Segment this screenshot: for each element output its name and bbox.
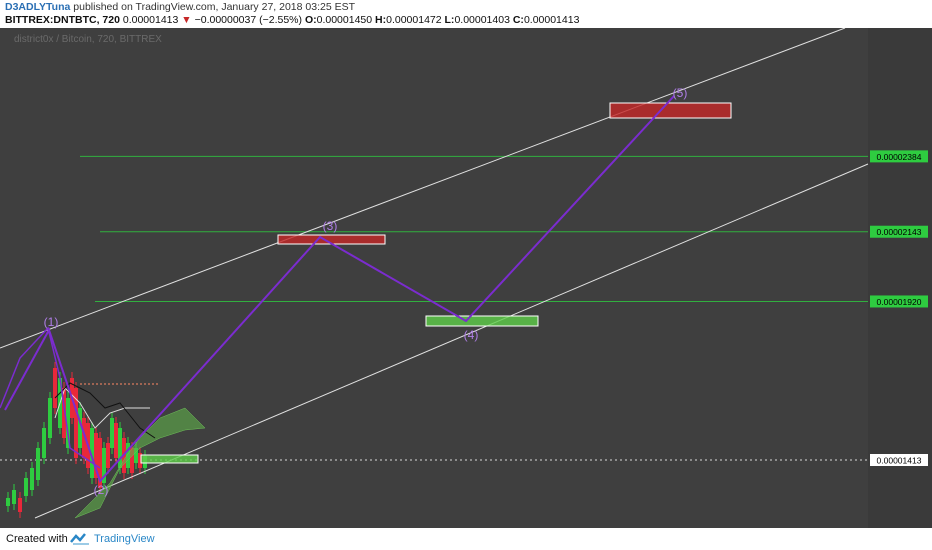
support-zone-2 [140,454,199,464]
wave-label: (1) [44,315,59,329]
candle-body [114,423,118,458]
price-scale[interactable] [868,28,932,528]
wave-label: (2) [94,483,109,497]
target-zone-5 [609,102,732,119]
chart-header: D3ADLYTuna published on TradingView.com,… [0,0,932,28]
low-value: 0.00001403 [454,14,510,26]
close-value: 0.00001413 [523,14,580,26]
price-change: −0.00000037 (−2.55%) [194,14,303,26]
candle-body [18,498,22,512]
price-label: 0.00001920 [877,297,922,307]
high-label: H: [375,14,387,26]
candle-body [42,428,46,458]
tradingview-link[interactable]: TradingView [94,533,155,545]
candle-body [53,368,57,408]
price-label: 0.00001413 [877,456,922,466]
candle-body [12,490,16,504]
footer: Created with TradingView [0,528,932,550]
publish-info: published on TradingView.com, January 27… [73,1,356,13]
symbol-label: BITTREX:DNTBTC, 720 [5,14,120,26]
candle-body [36,448,40,480]
chart-watermark: district0x / Bitcoin, 720, BITTREX [14,34,162,45]
candle-body [30,468,34,490]
tradingview-logo-icon [70,533,89,545]
open-value: 0.00001450 [316,14,373,26]
candle-body [118,428,122,468]
wave-label: (5) [673,86,688,100]
price-label: 0.00002143 [877,227,922,237]
candle-body [106,443,110,468]
created-with-label: Created with [6,533,68,545]
ohlc-line: BITTREX:DNTBTC, 720 0.00001413 ▼ −0.0000… [5,14,579,26]
wave-label: (3) [323,219,338,233]
candle-body [24,478,28,496]
down-arrow-icon: ▼ [181,14,192,26]
price-chart[interactable]: district0x / Bitcoin, 720, BITTREX (1) (2… [0,28,932,528]
close-label: C: [512,14,524,26]
candle-body [48,398,52,438]
publish-line: D3ADLYTuna published on TradingView.com,… [5,1,355,13]
wave-label: (4) [464,328,479,342]
support-zone-4 [425,315,539,327]
last-price: 0.00001413 [122,14,179,26]
price-label: 0.00002384 [877,152,922,162]
high-value: 0.00001472 [386,14,442,26]
author-link[interactable]: D3ADLYTuna [5,1,70,13]
low-label: L: [444,14,455,26]
open-label: O: [304,14,317,26]
candle-body [6,498,10,506]
candle-body [110,418,114,448]
